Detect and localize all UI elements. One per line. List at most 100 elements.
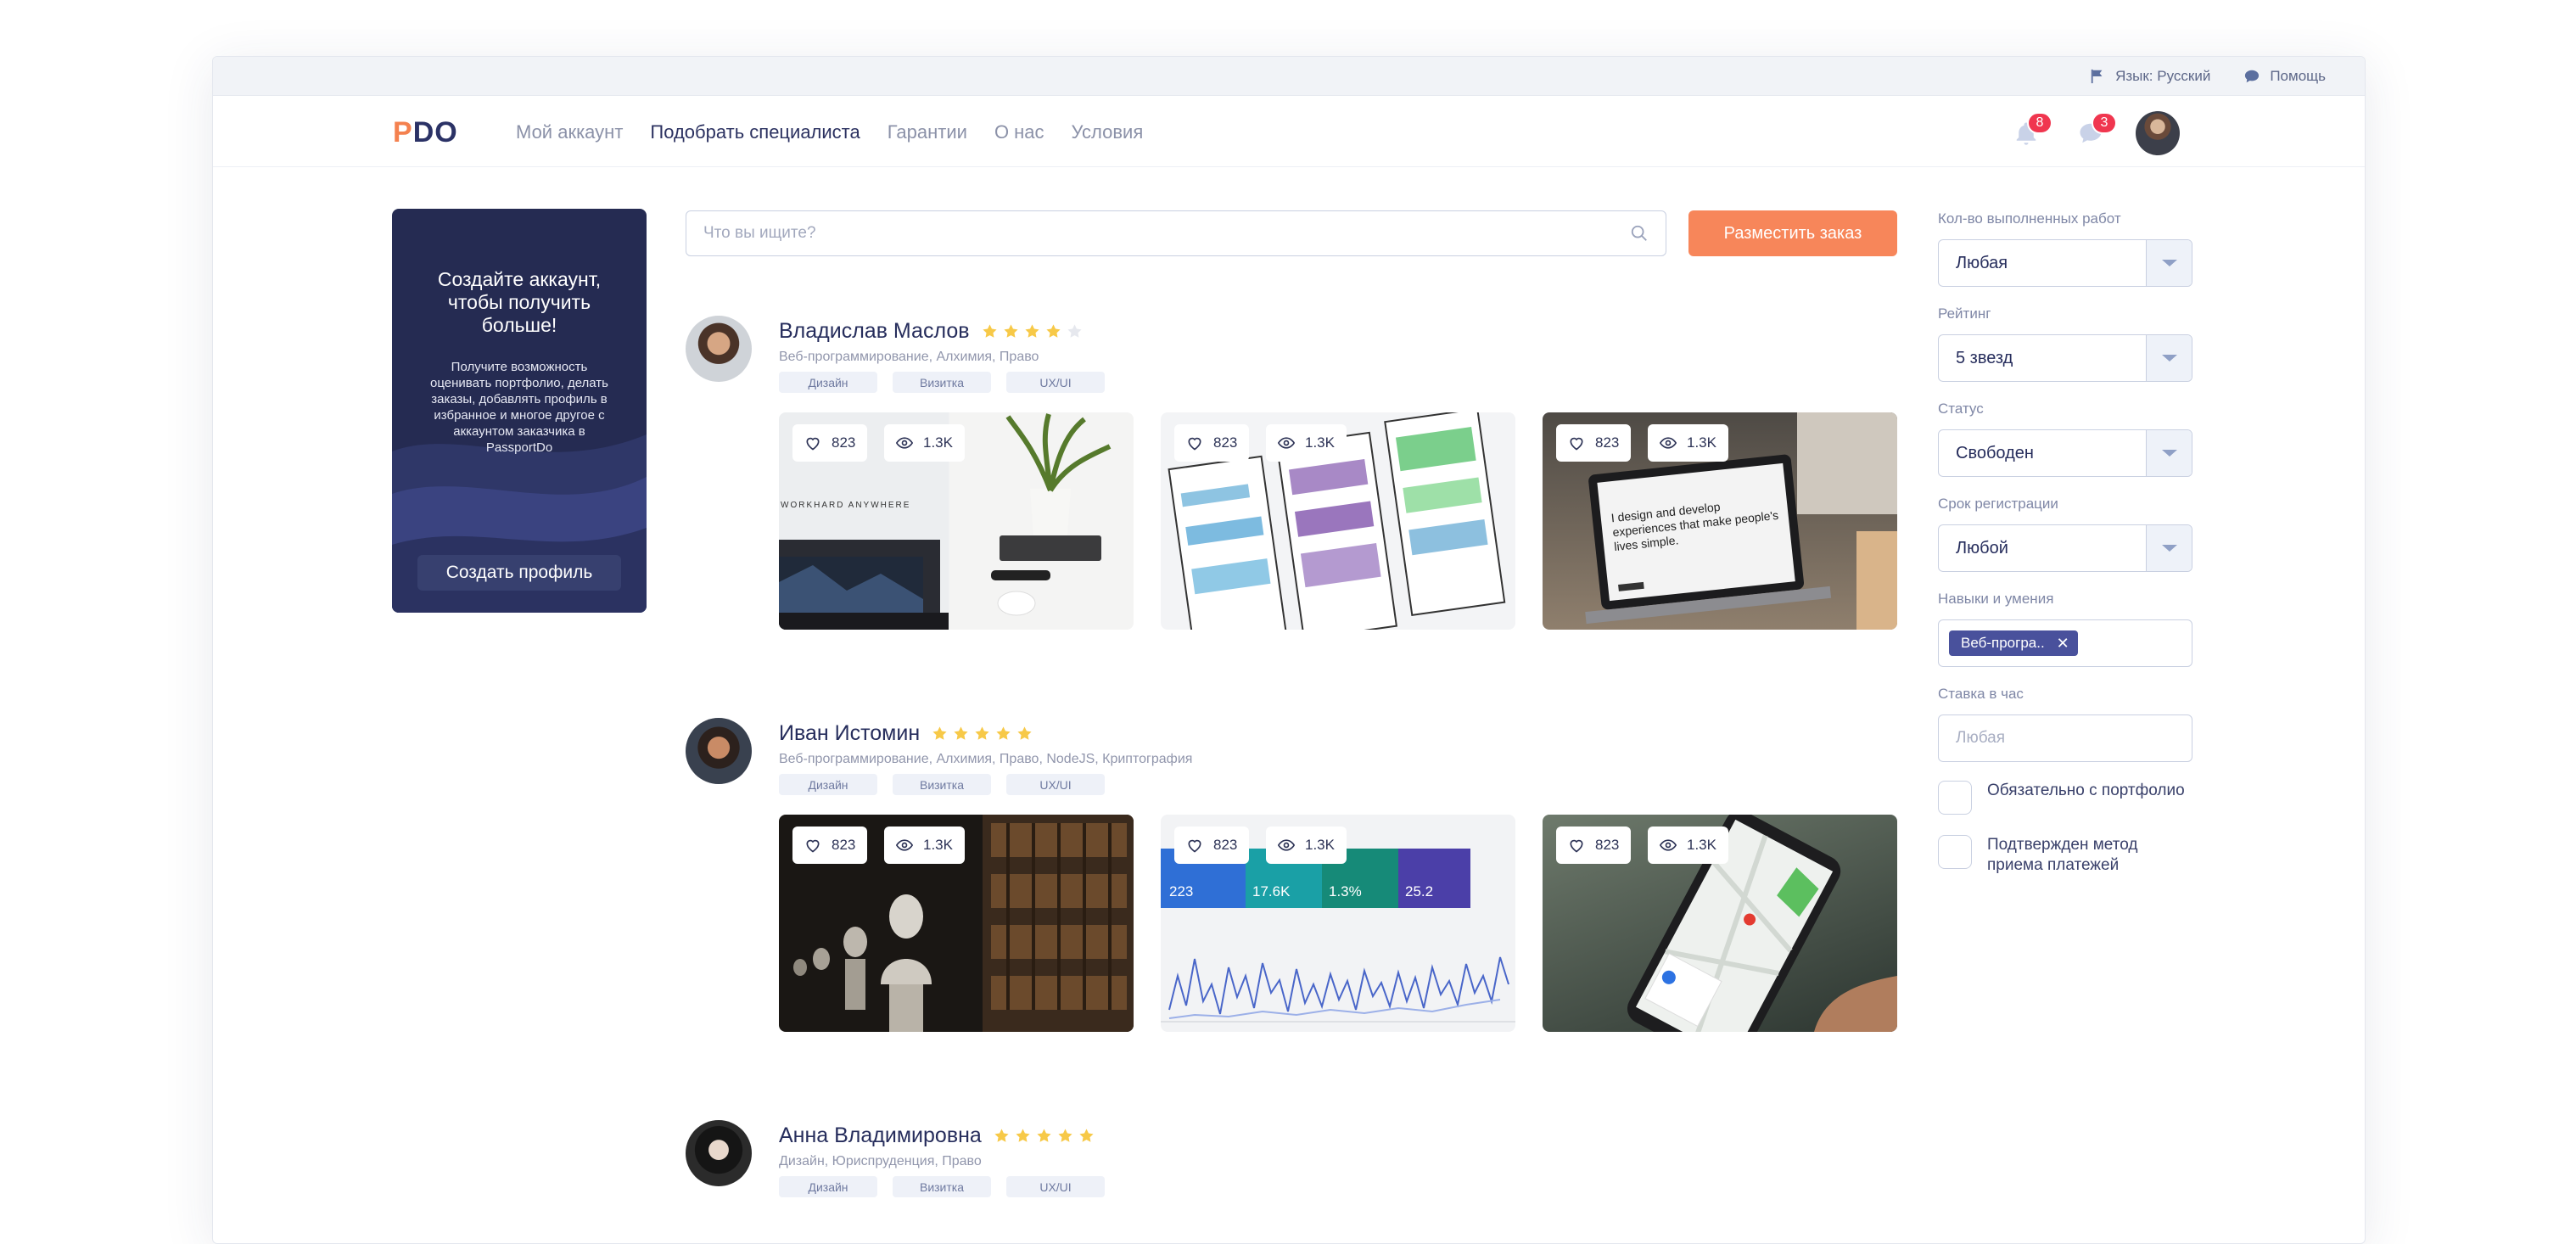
skills-tag-input[interactable]: Веб-програ.. ✕ [1938,619,2192,667]
heart-icon [1188,839,1201,853]
likes-counter[interactable]: 823 [1174,424,1250,462]
tag-chip[interactable]: UX/UI [1006,774,1105,795]
eye-icon [1660,437,1677,449]
rating-select[interactable]: 5 звезд [1938,334,2192,382]
portfolio-required-checkbox[interactable] [1938,781,1972,815]
chevron-down-icon[interactable] [2146,525,2192,571]
filter-label: Ставка в час [1938,686,2024,702]
payment-confirmed-option[interactable]: Подтвержден метод приема платежей [1938,835,2192,876]
create-profile-button[interactable]: Создать профиль [417,555,621,591]
status-select[interactable]: Свободен [1938,429,2192,477]
specialist-avatar[interactable] [686,718,752,784]
chevron-down-icon[interactable] [2146,335,2192,381]
heart-icon [1188,437,1201,451]
star-icon [982,324,997,338]
heart-icon [806,839,820,853]
content-area: Создайте аккаунт, чтобы получить больше!… [212,56,2366,1202]
heart-icon [806,437,820,451]
star-icon [996,726,1011,740]
views-counter: 1.3K [1266,827,1347,864]
star-icon [1079,1129,1094,1142]
tag-chip[interactable]: Дизайн [779,774,877,795]
portfolio-required-option[interactable]: Обязательно с портфолио [1938,781,2192,815]
hourly-rate-input[interactable]: Любая [1938,714,2192,762]
close-icon[interactable]: ✕ [2057,635,2069,653]
specialist-skills: Веб-программирование, Алхимия, Право, No… [779,752,1193,766]
likes-counter[interactable]: 823 [1556,424,1632,462]
star-icon [1024,324,1039,338]
specialist-avatar[interactable] [686,1120,752,1186]
star-icon [1037,1129,1051,1142]
rating-stars [932,726,1033,742]
tag-chip[interactable]: UX/UI [1006,1176,1105,1197]
portfolio-item[interactable]: 823 1.3K [1543,815,1897,1032]
filter-label: Рейтинг [1938,305,1991,322]
star-icon [1003,324,1018,338]
dashboard-value: 17.6K [1252,883,1291,899]
star-icon [994,1129,1009,1142]
tag-chip[interactable]: Дизайн [779,372,877,393]
dashboard-value: 223 [1169,883,1193,899]
registration-select[interactable]: Любой [1938,524,2192,572]
specialist-avatar[interactable] [686,316,752,382]
checkbox-label: Обязательно с портфолио [1987,782,2185,799]
tag-chip[interactable]: Визитка [893,372,991,393]
eye-icon [896,437,913,449]
chevron-down-icon[interactable] [2146,240,2192,286]
eye-icon [1278,839,1295,851]
filters-panel: Кол-во выполненных работ Любая Рейтинг 5… [1938,210,2192,896]
star-icon [1058,1129,1072,1142]
search-icon[interactable] [1630,224,1649,243]
views-counter: 1.3K [884,424,965,462]
promo-card: Создайте аккаунт, чтобы получить больше!… [392,209,647,613]
portfolio-row: 823 1.3K 223 17.6K 1.3% 25.2 823 1.3K 82… [779,815,1897,1032]
payment-confirmed-checkbox[interactable] [1938,835,1972,869]
likes-counter[interactable]: 823 [792,424,868,462]
portfolio-row: WORKHARD ANYWHERE 823 1.3K 823 1.3K I de… [779,412,1897,630]
image-caption: WORKHARD ANYWHERE [781,501,910,510]
specialist-skills: Дизайн, Юриспруденция, Право [779,1154,982,1168]
skill-chip[interactable]: Веб-програ.. ✕ [1949,630,2078,656]
filter-label: Кол-во выполненных работ [1938,210,2121,227]
views-counter: 1.3K [1266,424,1347,462]
star-icon [975,726,989,740]
eye-icon [1660,839,1677,851]
portfolio-item[interactable]: WORKHARD ANYWHERE 823 1.3K [779,412,1134,630]
specialist-tags: Дизайн Визитка UX/UI [779,774,1105,795]
heart-icon [1570,437,1583,451]
portfolio-item[interactable]: I design and develop experiences that ma… [1543,412,1897,630]
chevron-down-icon[interactable] [2146,430,2192,476]
dashboard-value: 25.2 [1405,883,1433,899]
specialist-tags: Дизайн Визитка UX/UI [779,1176,1105,1197]
likes-counter[interactable]: 823 [1174,827,1250,864]
place-order-button[interactable]: Разместить заказ [1688,210,1897,256]
star-icon [954,726,968,740]
eye-icon [896,839,913,851]
rating-stars [994,1128,1095,1144]
specialist-name[interactable]: Владислав Маслов [779,319,970,344]
tag-chip[interactable]: UX/UI [1006,372,1105,393]
filter-label: Навыки и умения [1938,591,2054,607]
tag-chip[interactable]: Дизайн [779,1176,877,1197]
portfolio-item[interactable]: 823 1.3K [1161,412,1515,630]
portfolio-item[interactable]: 223 17.6K 1.3% 25.2 823 1.3K [1161,815,1515,1032]
filter-label: Статус [1938,401,1984,417]
likes-counter[interactable]: 823 [792,827,868,864]
search-bar[interactable]: Что вы ищите? [686,210,1666,256]
works-count-select[interactable]: Любая [1938,239,2192,287]
star-icon [1016,1129,1030,1142]
specialist-name[interactable]: Анна Владимировна [779,1124,982,1148]
dashboard-value: 1.3% [1329,883,1362,899]
views-counter: 1.3K [1648,827,1728,864]
tag-chip[interactable]: Визитка [893,774,991,795]
views-counter: 1.3K [1648,424,1728,462]
tag-chip[interactable]: Визитка [893,1176,991,1197]
likes-counter[interactable]: 823 [1556,827,1632,864]
promo-text: Получите возможность оценивать портфолио… [430,360,608,455]
specialist-name[interactable]: Иван Истомин [779,721,920,746]
search-input[interactable]: Что вы ищите? [703,224,1630,243]
promo-title: Создайте аккаунт, чтобы получить больше! [437,268,602,336]
rating-stars [982,323,1083,339]
specialist-tags: Дизайн Визитка UX/UI [779,372,1105,393]
portfolio-item[interactable]: 823 1.3K [779,815,1134,1032]
